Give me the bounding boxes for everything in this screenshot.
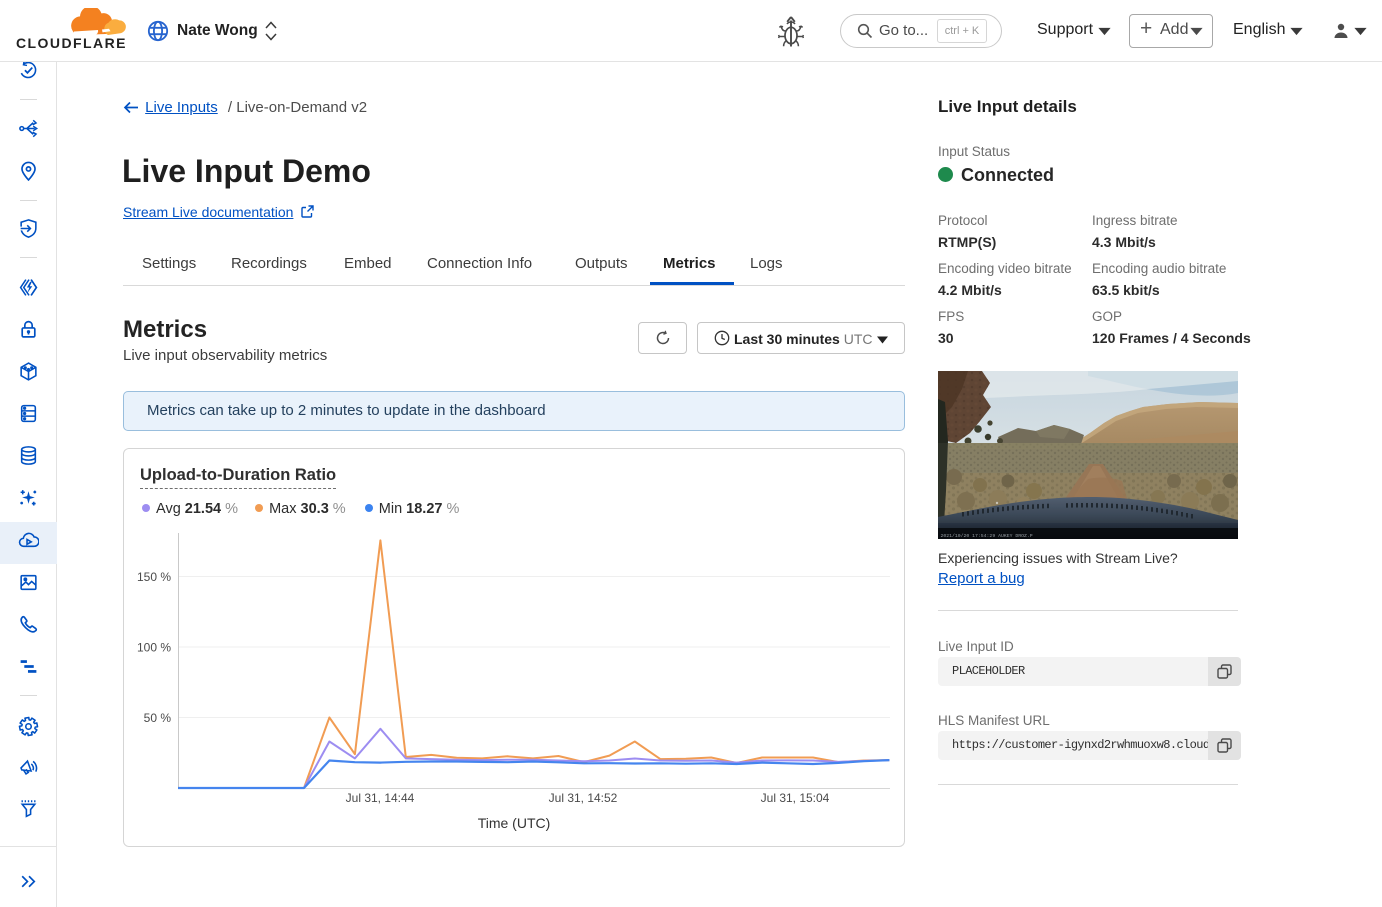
svg-text:2021/10/20 17:54:29 AUKEY DROZ: 2021/10/20 17:54:29 AUKEY DROZ.P [941, 533, 1033, 539]
svg-text:CLOUDFLARE: CLOUDFLARE [16, 35, 127, 51]
svg-text:50 %: 50 % [144, 711, 172, 725]
svg-text:100 %: 100 % [137, 641, 171, 655]
svg-text:Time (UTC): Time (UTC) [478, 815, 551, 831]
svg-text:Jul 31, 14:44: Jul 31, 14:44 [346, 791, 415, 805]
svg-text:150 %: 150 % [137, 570, 171, 584]
svg-text:Jul 31, 15:04: Jul 31, 15:04 [761, 791, 830, 805]
svg-text:Jul 31, 14:52: Jul 31, 14:52 [549, 791, 618, 805]
